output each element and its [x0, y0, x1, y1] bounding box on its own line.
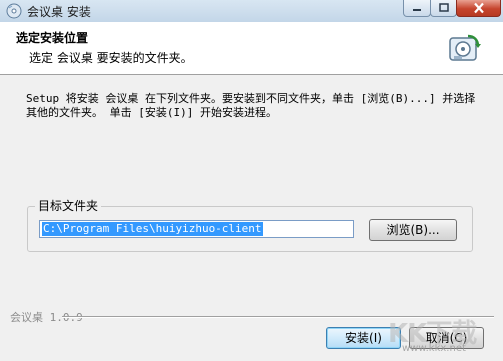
instructions-text: Setup 将安装 会议桌 在下列文件夹。要安装到不同文件夹，单击 [浏览(B)…	[26, 92, 476, 119]
destination-folder-label: 目标文件夹	[35, 197, 102, 214]
page-subtitle: 选定 会议桌 要安装的文件夹。	[29, 51, 193, 65]
title-bar[interactable]: 会议桌 安装	[0, 0, 503, 23]
window-title: 会议桌 安装	[27, 5, 91, 19]
browse-button[interactable]: 浏览(B)...	[369, 219, 457, 241]
close-button[interactable]	[456, 0, 501, 17]
minimize-button[interactable]	[403, 0, 431, 17]
site-watermark: KK下载 www.kkx.net	[388, 313, 500, 359]
main-content: Setup 将安装 会议桌 在下列文件夹。要安装到不同文件夹，单击 [浏览(B)…	[0, 75, 503, 295]
page-title: 选定安装位置	[16, 31, 89, 45]
maximize-icon	[438, 3, 449, 12]
install-path-input[interactable]: C:\Program Files\huiyizhuo-client	[39, 220, 354, 238]
close-icon	[473, 2, 484, 14]
minimize-icon	[413, 9, 421, 11]
install-path-value: C:\Program Files\huiyizhuo-client	[42, 222, 263, 236]
installer-wizard-icon	[446, 30, 482, 66]
installer-disc-icon	[6, 3, 22, 19]
wizard-header: 选定安装位置 选定 会议桌 要安装的文件夹。	[0, 22, 503, 75]
watermark-url: www.kkx.net	[402, 343, 466, 354]
maximize-button[interactable]	[430, 0, 457, 17]
